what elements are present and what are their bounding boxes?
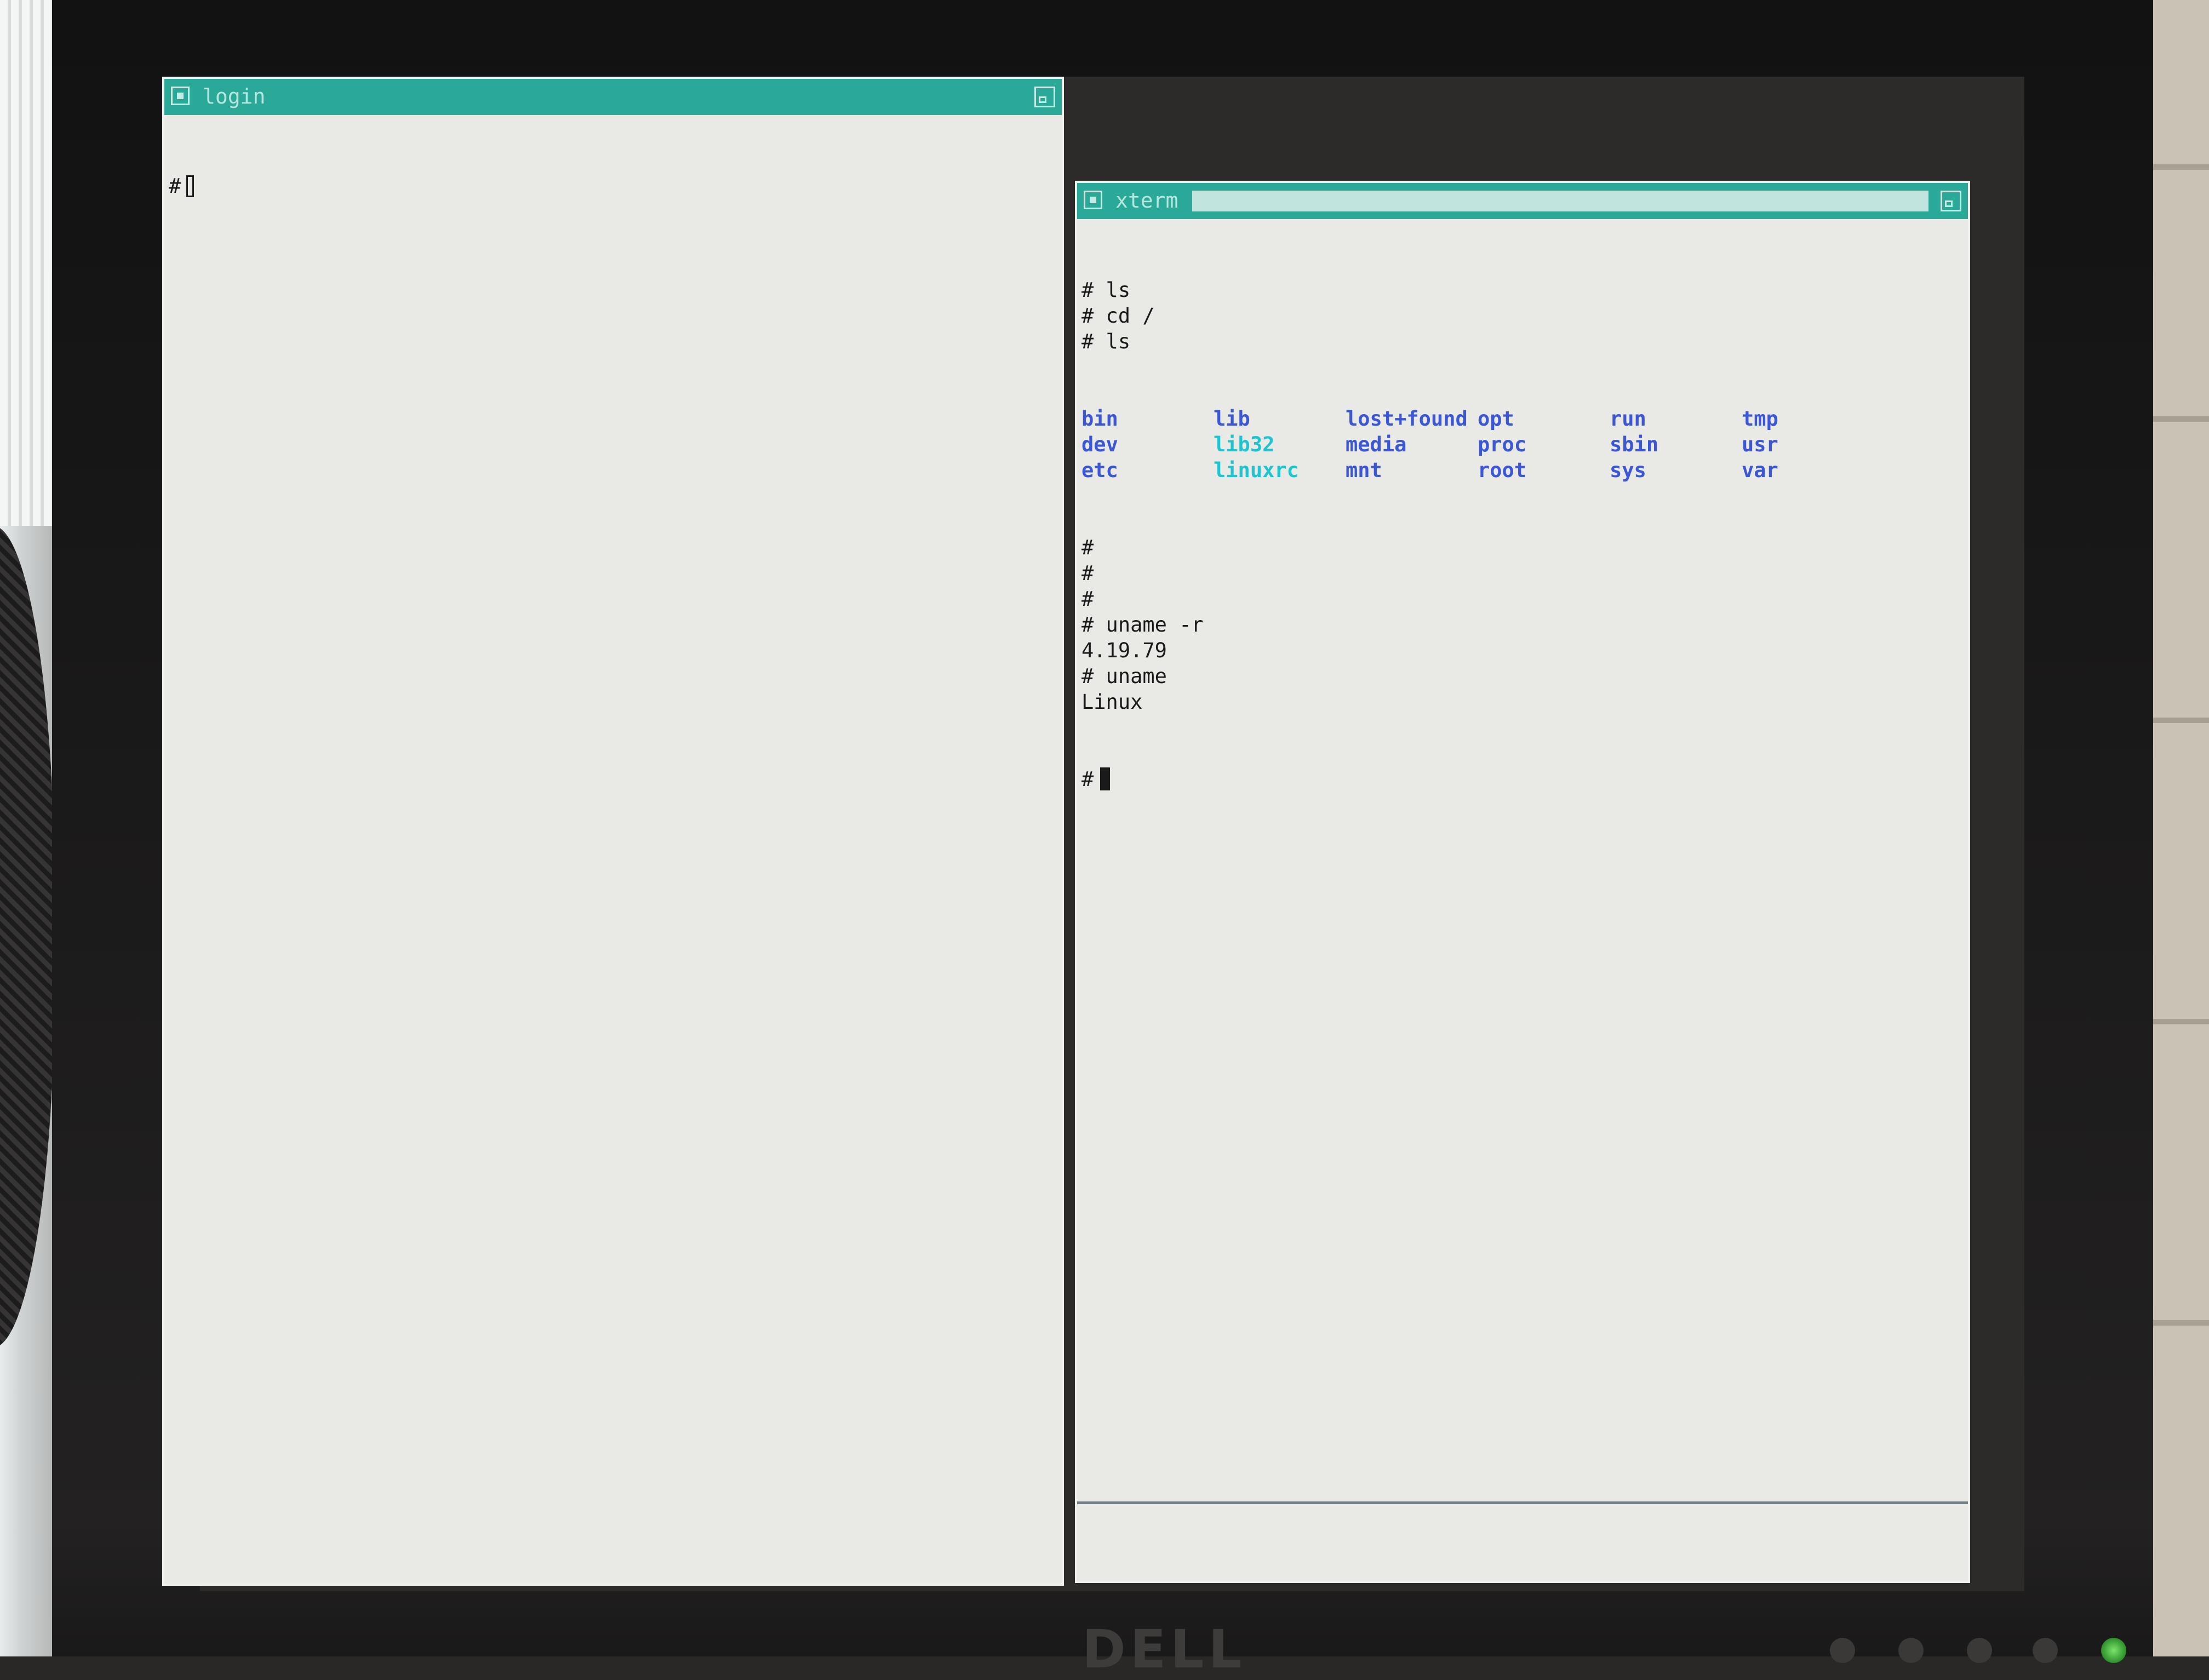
terminal-line: # uname	[1081, 664, 1167, 688]
ls-entry: lib32	[1214, 433, 1275, 456]
ls-entry: opt	[1478, 407, 1514, 431]
monitor-brand: DELL	[1082, 1619, 1246, 1680]
login-window[interactable]: login #	[162, 77, 1064, 1586]
brick-joint	[2153, 1019, 2209, 1024]
power-button[interactable]	[2101, 1638, 2126, 1663]
xterm-window[interactable]: xterm # ls # cd / # ls bin lib lost+found opt…	[1075, 181, 1970, 1583]
terminal-line: Linux	[1081, 690, 1143, 714]
window-title: login	[203, 84, 266, 108]
ls-entry: usr	[1742, 433, 1778, 456]
window-menu-icon[interactable]	[171, 87, 190, 105]
prompt-line: #	[169, 173, 218, 199]
terminal-line: # cd /	[1081, 304, 1155, 328]
monitor-button[interactable]	[1830, 1638, 1855, 1663]
terminal-line: 4.19.79	[1081, 639, 1167, 662]
ls-entry: proc	[1478, 433, 1527, 456]
prompt: #	[1081, 767, 1094, 791]
login-titlebar[interactable]: login	[164, 79, 1062, 115]
monitor-button[interactable]	[1898, 1638, 1924, 1663]
brick-joint	[2153, 416, 2209, 422]
window-resize-icon[interactable]	[1941, 191, 1961, 211]
window-title: xterm	[1115, 188, 1178, 213]
ls-entry: tmp	[1742, 407, 1778, 431]
ls-entry: linuxrc	[1214, 458, 1299, 482]
brick-wall	[2153, 0, 2209, 1656]
text-cursor	[186, 175, 194, 197]
titlebar-highlight	[1192, 191, 1928, 211]
prompt-line: #	[1081, 766, 1874, 792]
login-terminal[interactable]: #	[169, 122, 218, 250]
brick-joint	[2153, 164, 2209, 170]
brick-joint	[2153, 718, 2209, 723]
ls-entry: var	[1742, 458, 1778, 482]
monitor-button[interactable]	[1967, 1638, 1992, 1663]
ls-entry: media	[1346, 433, 1407, 456]
ls-entry: lib	[1214, 407, 1250, 431]
xterm-terminal[interactable]: # ls # cd / # ls bin lib lost+found opt run tmp…	[1081, 226, 1874, 844]
ls-output: bin lib lost+found opt run tmp dev lib32 media pr…	[1081, 406, 1874, 483]
text-cursor	[1100, 767, 1111, 790]
window-menu-icon[interactable]	[1084, 191, 1102, 209]
terminal-line: # ls	[1081, 278, 1131, 302]
terminal-line: # uname -r	[1081, 613, 1204, 637]
window-blinds	[0, 0, 52, 526]
terminal-line: #	[1081, 587, 1094, 611]
ls-entry: run	[1610, 407, 1646, 431]
terminal-line: #	[1081, 561, 1094, 585]
ls-entry: mnt	[1346, 458, 1382, 482]
ls-entry: sys	[1610, 458, 1646, 482]
ls-entry: bin	[1081, 407, 1118, 431]
ls-entry: lost+found	[1346, 407, 1468, 431]
ls-entry: etc	[1081, 458, 1118, 482]
terminal-line: # ls	[1081, 330, 1131, 353]
xterm-titlebar[interactable]: xterm	[1077, 183, 1968, 219]
terminal-divider	[1077, 1501, 1968, 1504]
ls-entry: sbin	[1610, 433, 1659, 456]
ls-entry: dev	[1081, 433, 1118, 456]
monitor-button[interactable]	[2033, 1638, 2058, 1663]
window-resize-icon[interactable]	[1034, 87, 1055, 107]
ls-entry: root	[1478, 458, 1527, 482]
terminal-line: #	[1081, 536, 1094, 559]
prompt: #	[169, 174, 181, 198]
brick-joint	[2153, 1320, 2209, 1326]
